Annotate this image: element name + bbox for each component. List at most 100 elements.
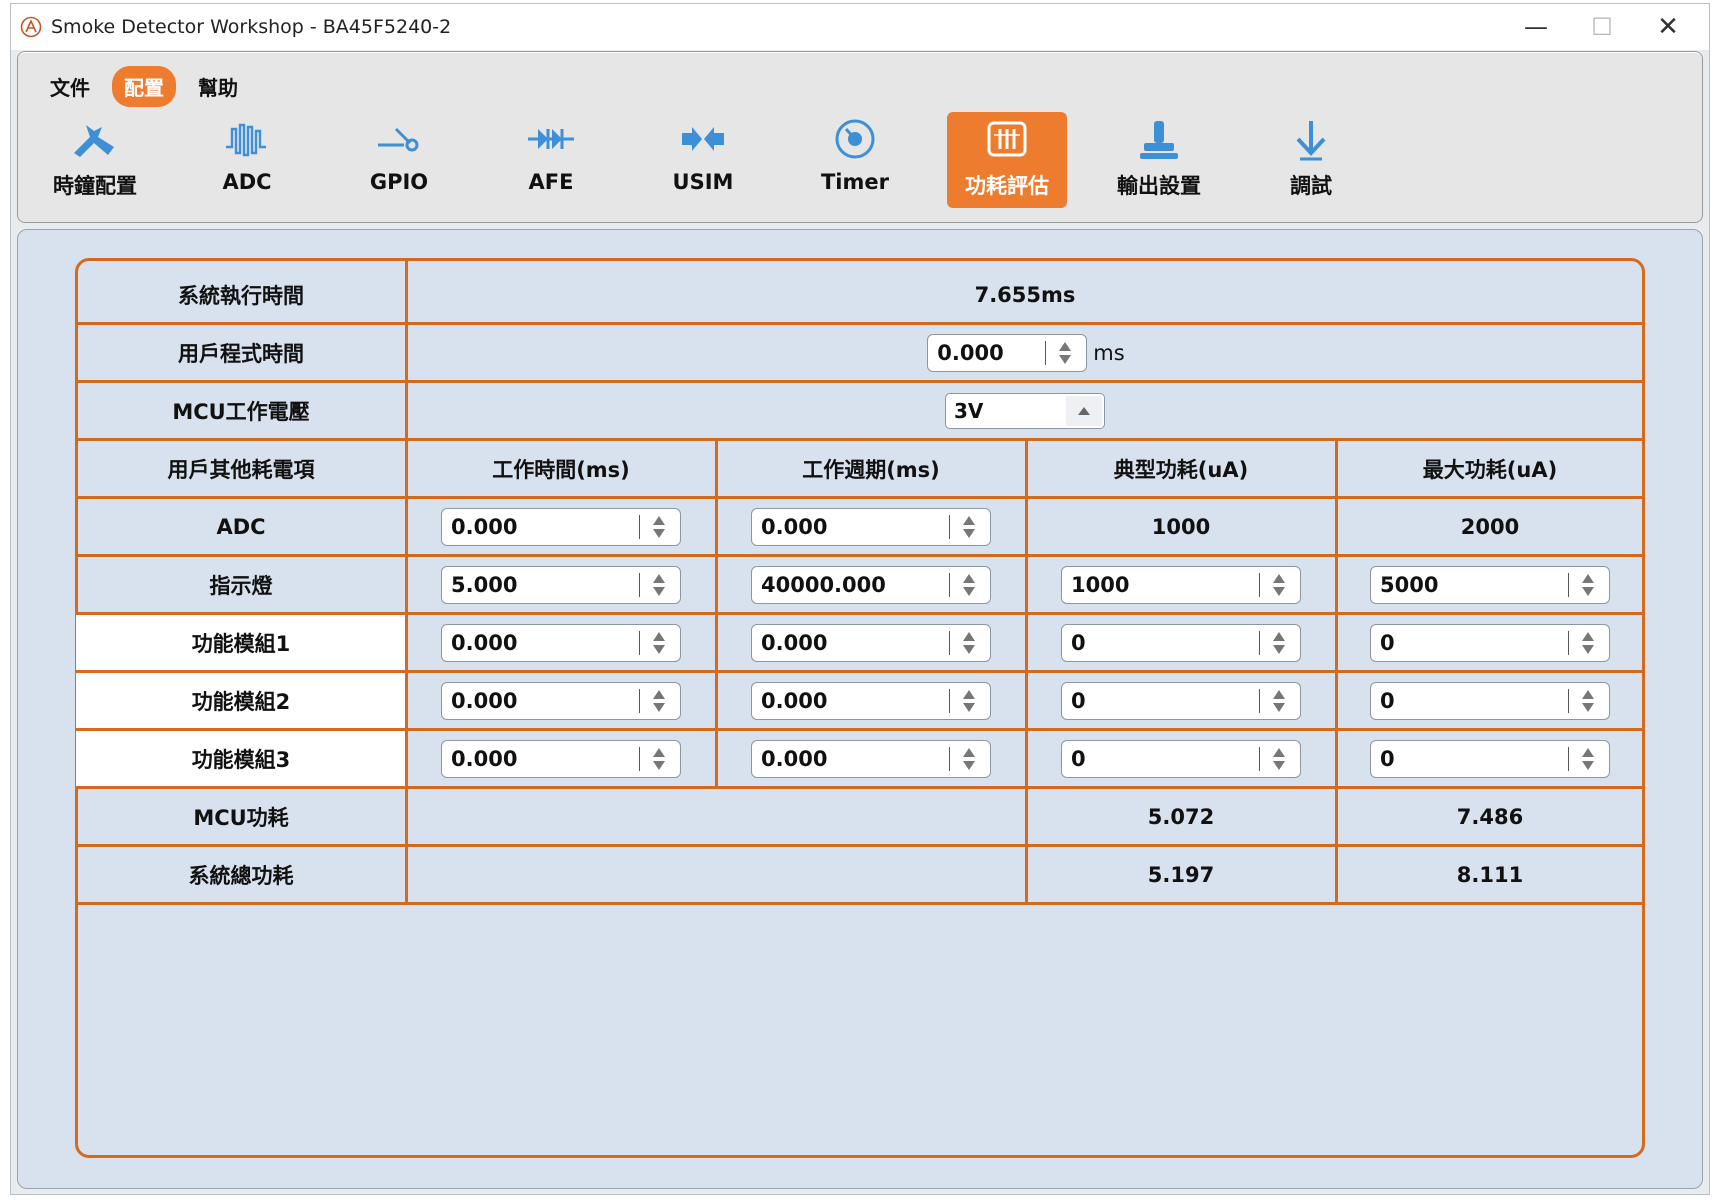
- mcu-voltage-combobox[interactable]: 3V: [945, 392, 1105, 429]
- work-period-cell: 0.000: [716, 499, 1026, 557]
- up-down-arrows-icon[interactable]: [1581, 572, 1595, 598]
- tool-gpio[interactable]: GPIO: [339, 112, 459, 208]
- work-period-spinbox[interactable]: 40000.000: [751, 565, 991, 604]
- system-time-label: 系統執行時間: [76, 267, 406, 325]
- up-down-arrows-icon[interactable]: [652, 630, 666, 656]
- typical-power-cell: 0: [1026, 673, 1336, 731]
- up-down-arrows-icon[interactable]: [1272, 746, 1286, 772]
- tool-power-estimate[interactable]: 功耗評估: [947, 112, 1067, 208]
- mcu-power-row: MCU功耗 5.072 7.486: [76, 789, 1644, 847]
- work-time-spinbox[interactable]: 0.000: [441, 681, 681, 720]
- typical-power-spinbox[interactable]: 1000: [1061, 565, 1301, 604]
- typical-power-cell: 0: [1026, 731, 1336, 789]
- up-down-arrows-icon[interactable]: [652, 746, 666, 772]
- maximize-button[interactable]: ☐: [1569, 4, 1635, 50]
- up-down-arrows-icon[interactable]: [1272, 630, 1286, 656]
- system-time-row: 系統執行時間 7.655ms: [76, 267, 1644, 325]
- up-down-arrows-icon[interactable]: [1581, 630, 1595, 656]
- tool-timer[interactable]: Timer: [795, 112, 915, 208]
- row-label: 功能模組1: [76, 615, 406, 673]
- spinbox-value: 0: [1071, 746, 1086, 771]
- spinbox-separator: [949, 572, 950, 597]
- menu-file[interactable]: 文件: [38, 66, 102, 107]
- up-down-arrows-icon[interactable]: [1058, 340, 1072, 366]
- up-down-arrows-icon[interactable]: [1581, 688, 1595, 714]
- work-period-cell: 0.000: [716, 673, 1026, 731]
- up-down-arrows-icon[interactable]: [962, 688, 976, 714]
- minimize-button[interactable]: —: [1503, 4, 1569, 50]
- max-power-spinbox[interactable]: 0: [1370, 681, 1610, 720]
- up-down-arrows-icon[interactable]: [962, 746, 976, 772]
- table-row: 功能模組2 0.000 0.000 0 0: [76, 673, 1644, 731]
- spinbox-separator: [1259, 630, 1260, 655]
- spinbox-separator: [1568, 630, 1569, 655]
- tool-label: GPIO: [369, 170, 429, 194]
- mcu-typical-power: 5.072: [1026, 789, 1336, 847]
- tool-usim[interactable]: USIM: [643, 112, 763, 208]
- tool-output-settings[interactable]: 輸出設置: [1099, 112, 1219, 208]
- spinbox-value: 0.000: [761, 688, 828, 713]
- spinbox-value: 0: [1071, 688, 1086, 713]
- tool-debug[interactable]: 調試: [1251, 112, 1371, 208]
- up-down-arrows-icon[interactable]: [962, 630, 976, 656]
- row-label: ADC: [76, 499, 406, 557]
- tool-label: USIM: [672, 170, 734, 194]
- typical-power-spinbox[interactable]: 0: [1061, 623, 1301, 662]
- up-down-arrows-icon[interactable]: [1272, 688, 1286, 714]
- dropdown-arrow-icon[interactable]: [1066, 395, 1102, 426]
- max-power-cell: 0: [1336, 673, 1644, 731]
- user-time-spinbox[interactable]: 0.000: [927, 333, 1088, 372]
- tool-clock-config[interactable]: 時鐘配置: [35, 112, 155, 208]
- up-down-arrows-icon[interactable]: [652, 688, 666, 714]
- max-power-cell: 0: [1336, 731, 1644, 789]
- power-estimate-icon: [947, 112, 1067, 166]
- system-typical-power: 5.197: [1026, 847, 1336, 905]
- typical-power-cell: 1000: [1026, 557, 1336, 615]
- spinbox-value: 0.000: [451, 688, 518, 713]
- spinbox-value: 0.000: [937, 340, 1004, 365]
- tool-adc[interactable]: ADC: [187, 112, 307, 208]
- max-power-value: 2000: [1336, 499, 1644, 557]
- max-power-spinbox[interactable]: 0: [1370, 623, 1610, 662]
- work-period-spinbox[interactable]: 0.000: [751, 739, 991, 778]
- tool-afe[interactable]: AFE: [491, 112, 611, 208]
- up-down-arrows-icon[interactable]: [652, 572, 666, 598]
- work-time-spinbox[interactable]: 0.000: [441, 507, 681, 546]
- work-time-spinbox[interactable]: 5.000: [441, 565, 681, 604]
- work-time-cell: 5.000: [406, 557, 716, 615]
- spinbox-value: 0.000: [761, 630, 828, 655]
- work-time-spinbox[interactable]: 0.000: [441, 739, 681, 778]
- up-down-arrows-icon[interactable]: [652, 514, 666, 540]
- user-time-cell: 0.000 ms: [406, 325, 1644, 383]
- work-time-cell: 0.000: [406, 731, 716, 789]
- menu-help[interactable]: 幫助: [186, 66, 250, 107]
- work-period-spinbox[interactable]: 0.000: [751, 623, 991, 662]
- typical-power-spinbox[interactable]: 0: [1061, 681, 1301, 720]
- typical-power-value: 1000: [1026, 499, 1336, 557]
- work-period-cell: 40000.000: [716, 557, 1026, 615]
- output-settings-icon: [1099, 112, 1219, 166]
- tool-label: ADC: [222, 170, 272, 194]
- spinbox-separator: [1568, 688, 1569, 713]
- spinbox-value: 1000: [1071, 572, 1130, 597]
- menu-config[interactable]: 配置: [112, 66, 176, 107]
- work-period-spinbox[interactable]: 0.000: [751, 507, 991, 546]
- system-max-power: 8.111: [1336, 847, 1644, 905]
- work-period-spinbox[interactable]: 0.000: [751, 681, 991, 720]
- up-down-arrows-icon[interactable]: [1272, 572, 1286, 598]
- work-time-spinbox[interactable]: 0.000: [441, 623, 681, 662]
- up-down-arrows-icon[interactable]: [962, 572, 976, 598]
- up-down-arrows-icon[interactable]: [962, 514, 976, 540]
- spinbox-separator: [1568, 746, 1569, 771]
- grid-line: [715, 441, 718, 789]
- up-down-arrows-icon[interactable]: [1581, 746, 1595, 772]
- close-button[interactable]: ✕: [1635, 4, 1701, 50]
- tool-label: 時鐘配置: [53, 174, 137, 198]
- mcu-max-power: 7.486: [1336, 789, 1644, 847]
- spinbox-value: 0.000: [761, 514, 828, 539]
- max-power-spinbox[interactable]: 0: [1370, 739, 1610, 778]
- typical-power-spinbox[interactable]: 0: [1061, 739, 1301, 778]
- clock-config-icon: [35, 112, 155, 166]
- max-power-spinbox[interactable]: 5000: [1370, 565, 1610, 604]
- header-work-period: 工作週期(ms): [716, 441, 1026, 499]
